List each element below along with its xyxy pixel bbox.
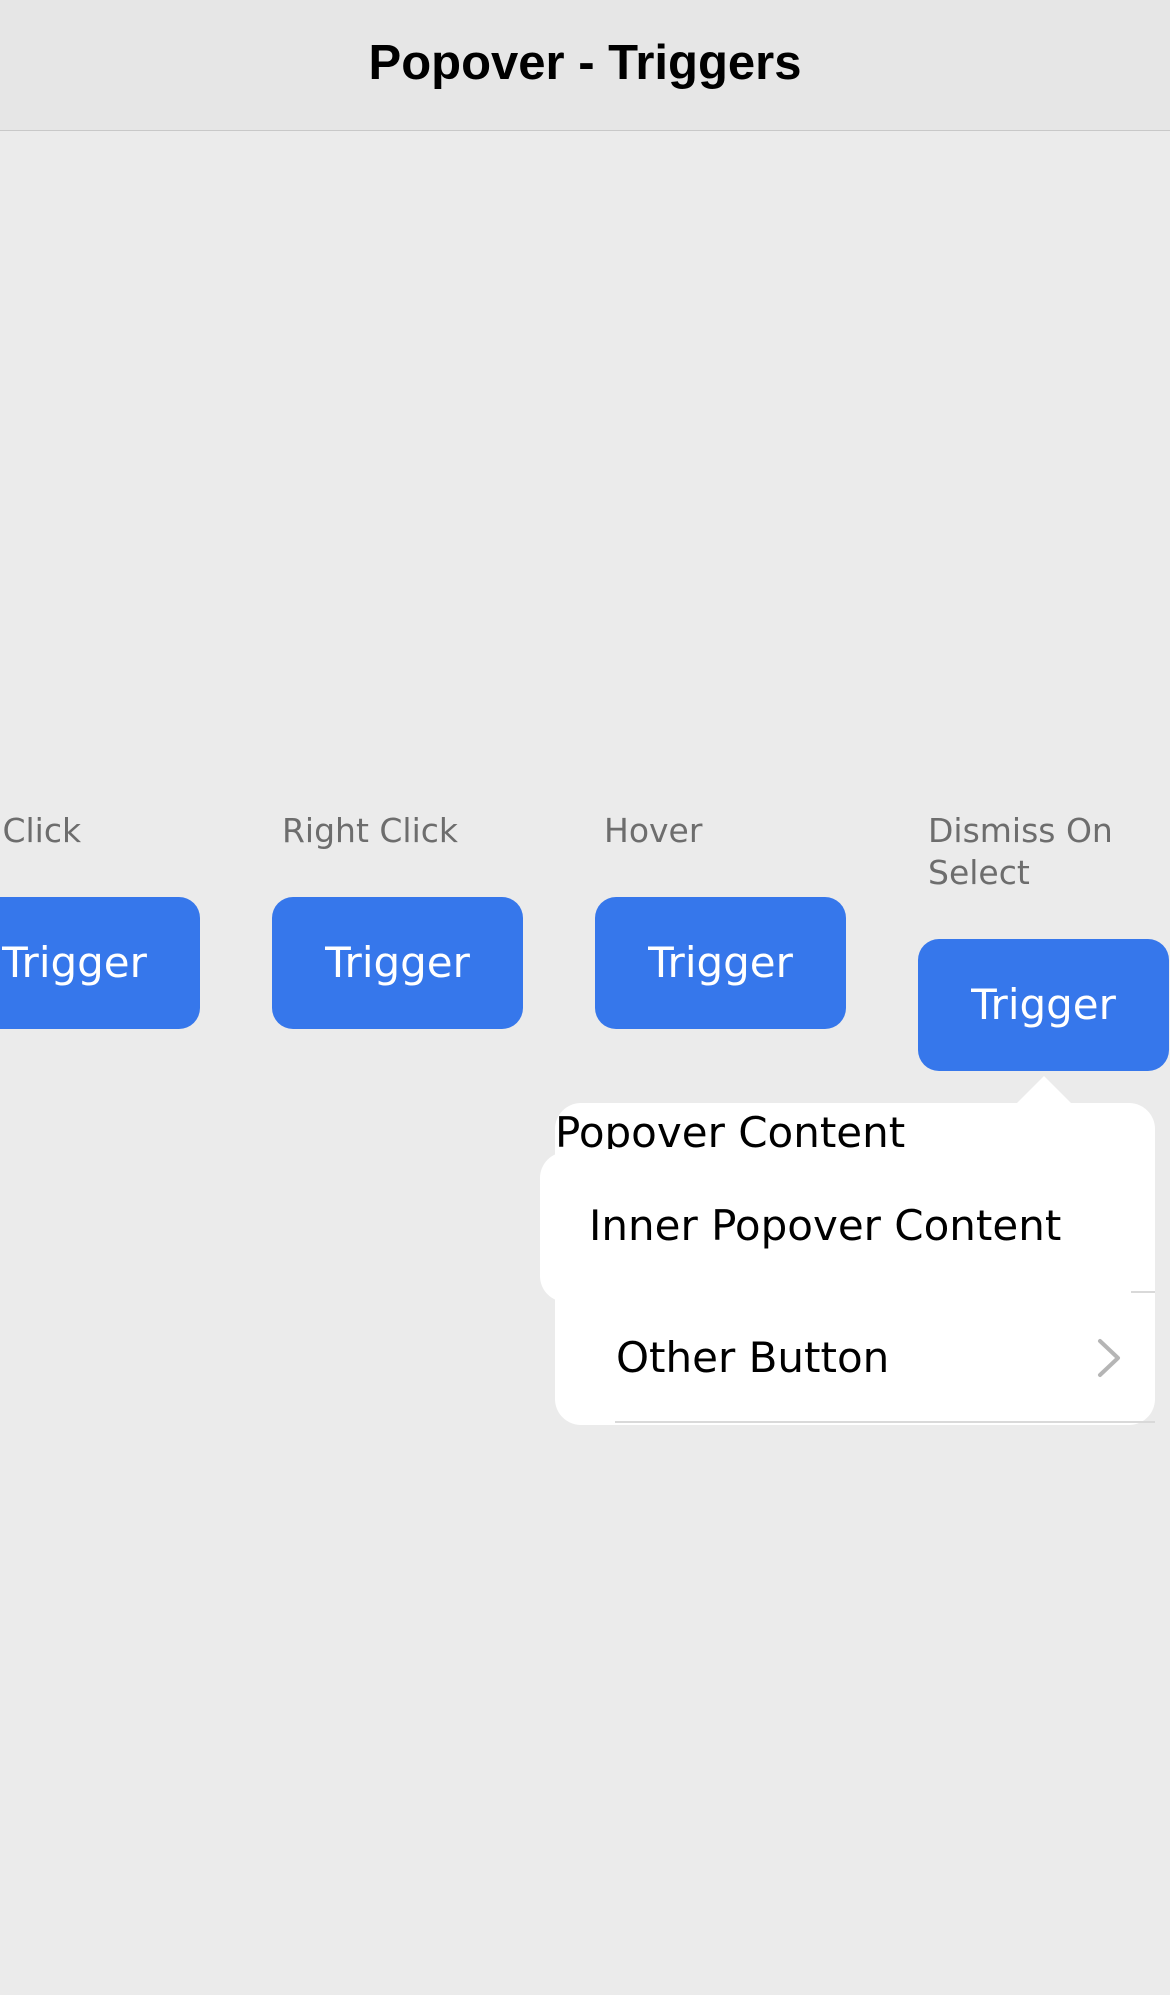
dismiss-on-select-trigger-button[interactable]: Trigger: [918, 939, 1169, 1071]
other-button-label: Other Button: [616, 1333, 890, 1382]
popover-arrow: [1017, 1076, 1071, 1103]
page-title: Popover - Triggers: [368, 36, 802, 90]
left-click-label: ft Click: [0, 811, 82, 850]
inner-popover-content: Inner Popover Content: [589, 1201, 1062, 1250]
dismiss-on-select-label-line2: Select: [928, 853, 1030, 892]
dismiss-on-select-label-line1: Dismiss On: [928, 811, 1113, 850]
popover-content-title: Popover Content: [555, 1108, 906, 1149]
right-click-trigger-button[interactable]: Trigger: [272, 897, 523, 1029]
left-click-trigger-button[interactable]: Trigger: [0, 897, 200, 1029]
right-click-label: Right Click: [282, 811, 459, 850]
navigation-bar: Popover - Triggers: [0, 0, 1170, 131]
chevron-right-icon: [1098, 1339, 1120, 1377]
hover-trigger-button[interactable]: Trigger: [595, 897, 846, 1029]
inner-popover: Inner Popover Content: [540, 1152, 1155, 1302]
hover-label: Hover: [604, 811, 703, 850]
separator-line-bottom: [615, 1421, 1155, 1423]
other-button[interactable]: Other Button: [555, 1293, 1155, 1423]
